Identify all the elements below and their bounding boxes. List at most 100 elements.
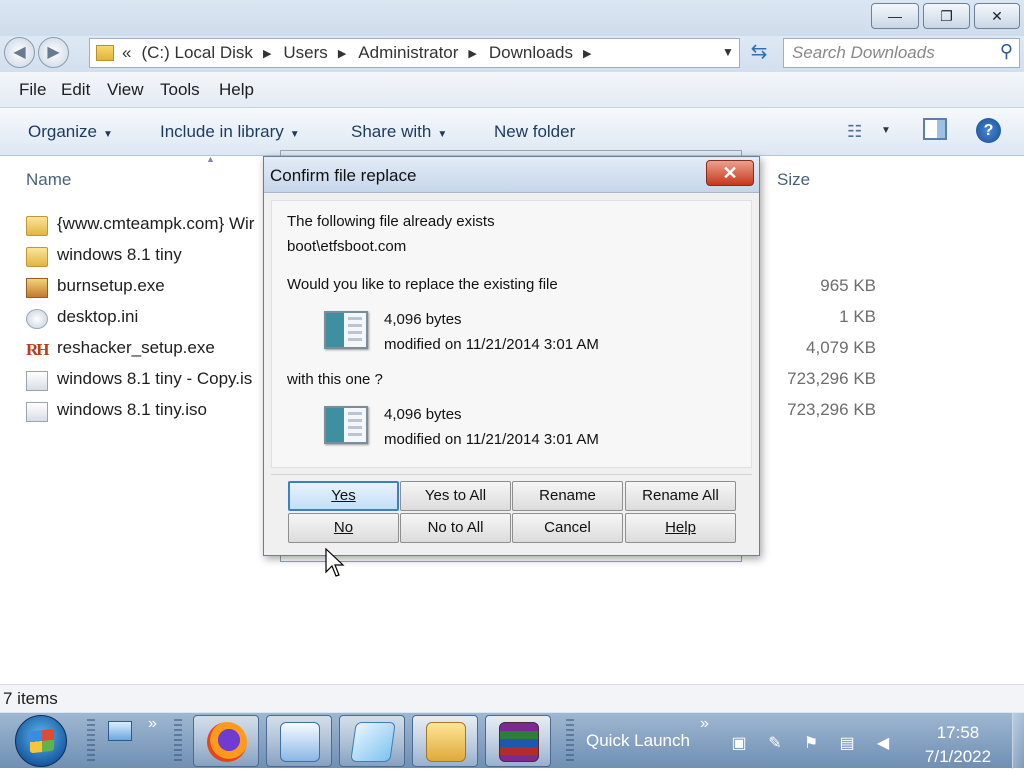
dropdown-caret-icon: ▼ (102, 129, 113, 140)
back-arrow-icon: ◀ (13, 44, 26, 61)
iso-icon (26, 371, 48, 391)
menu-tools[interactable]: Tools (160, 80, 200, 100)
toolbar-grip[interactable] (87, 719, 95, 763)
preview-pane-icon[interactable] (923, 118, 947, 140)
breadcrumb-users[interactable]: Users (283, 43, 327, 63)
include-label: Include in library (160, 122, 284, 141)
help-button[interactable]: Help (625, 513, 736, 543)
command-bar: Organize ▼ Include in library ▼ Share with… (0, 108, 1024, 156)
include-in-library-button[interactable]: Include in library ▼ (160, 122, 300, 142)
yes-to-all-button[interactable]: Yes to All (400, 481, 511, 511)
volume-muted-icon[interactable]: ◀ (874, 733, 892, 752)
file-size: 723,296 KB (787, 369, 876, 388)
breadcrumb-overflow[interactable]: « (122, 43, 131, 63)
address-input[interactable]: « (C:) Local Disk ▶ Users ▶ Administrato… (89, 38, 740, 68)
reshacker-icon: RH (26, 340, 50, 359)
dropdown-caret-icon: ▼ (289, 129, 300, 140)
incoming-file-size: 4,096 bytes (384, 406, 462, 423)
taskbar-firefox[interactable] (193, 715, 259, 767)
share-with-button[interactable]: Share with ▼ (351, 122, 447, 142)
clock-date: 7/1/2022 (924, 747, 992, 766)
system-clock[interactable]: 17:58 7/1/2022 (918, 721, 998, 769)
yes-button[interactable]: Yes (288, 481, 399, 511)
views-icon[interactable]: ☷ (847, 122, 862, 142)
dialog-question: Would you like to replace the existing f… (287, 276, 558, 293)
rename-all-button[interactable]: Rename All (625, 481, 736, 511)
tray-network-tool-icon[interactable]: ✎ (766, 733, 784, 752)
dialog-line-exists: The following file already exists (287, 213, 495, 230)
column-header-size[interactable]: Size (777, 170, 810, 206)
tray-clipboard-icon[interactable]: ▣ (730, 733, 748, 752)
breadcrumb-separator-icon[interactable]: ▶ (263, 47, 271, 60)
settings-file-icon (26, 309, 48, 329)
toolbar-grip[interactable] (174, 719, 182, 763)
close-window-button[interactable]: ✕ (974, 3, 1020, 29)
no-button[interactable]: No (288, 513, 399, 543)
show-desktop-button[interactable] (1012, 713, 1024, 769)
quicklaunch-chevron[interactable]: » (148, 715, 157, 733)
new-folder-button[interactable]: New folder (494, 122, 575, 142)
cancel-label: Cancel (544, 519, 591, 536)
breadcrumb-administrator[interactable]: Administrator (358, 43, 458, 63)
show-desktop-icon[interactable] (108, 721, 132, 741)
iso-icon (26, 402, 48, 422)
taskbar-notepad[interactable] (339, 715, 405, 767)
notepad-icon (350, 722, 396, 762)
no-to-all-button[interactable]: No to All (400, 513, 511, 543)
breadcrumb-separator-icon[interactable]: ▶ (468, 47, 476, 60)
rename-button[interactable]: Rename (512, 481, 623, 511)
breadcrumb-separator-icon[interactable]: ▶ (583, 47, 591, 60)
item-count: 7 items (3, 689, 58, 708)
toolbar-grip[interactable] (566, 719, 574, 763)
organize-button[interactable]: Organize ▼ (28, 122, 113, 142)
file-size: 4,079 KB (806, 338, 876, 357)
share-label: Share with (351, 122, 432, 141)
control-panel-icon (280, 722, 320, 762)
menu-view[interactable]: View (107, 80, 144, 100)
address-dropdown-icon[interactable]: ▼ (722, 45, 734, 59)
rename-label: Rename (539, 487, 596, 504)
menu-bar: File Edit View Tools Help (0, 72, 1024, 108)
firefox-icon (207, 722, 247, 762)
confirm-replace-dialog: Confirm file replace ✕ The following fil… (263, 156, 760, 556)
action-center-flag-icon[interactable]: ⚑ (802, 733, 820, 752)
column-header-name[interactable]: Name (26, 170, 71, 206)
dropdown-caret-icon: ▼ (437, 129, 448, 140)
window-titlebar: — ❐ ✕ (0, 0, 1024, 36)
dialog-file-path: boot\etfsboot.com (287, 238, 407, 255)
breadcrumb-local-disk[interactable]: (C:) Local Disk (141, 43, 252, 63)
taskbar-winrar[interactable] (485, 715, 551, 767)
breadcrumb-separator-icon[interactable]: ▶ (338, 47, 346, 60)
menu-help[interactable]: Help (219, 80, 254, 100)
forward-button[interactable]: ▶ (38, 37, 69, 68)
refresh-icon[interactable]: ⇆ (745, 38, 773, 68)
organize-label: Organize (28, 122, 97, 141)
search-input[interactable]: Search Downloads ⚲ (783, 38, 1020, 68)
no-to-all-label: No to All (427, 519, 484, 536)
menu-file[interactable]: File (19, 80, 46, 100)
menu-edit[interactable]: Edit (61, 80, 90, 100)
back-button[interactable]: ◀ (4, 37, 35, 68)
network-icon[interactable]: ▤ (838, 733, 856, 752)
existing-file-modified: modified on 11/21/2014 3:01 AM (384, 336, 599, 353)
breadcrumb-downloads[interactable]: Downloads (489, 43, 573, 63)
dialog-titlebar[interactable]: Confirm file replace ✕ (264, 157, 759, 193)
winrar-icon (499, 722, 539, 762)
help-icon[interactable]: ? (976, 118, 1001, 143)
status-bar: 7 items (0, 684, 1024, 712)
quick-launch-label[interactable]: Quick Launch (586, 731, 690, 751)
start-button[interactable] (15, 715, 67, 767)
quick-launch-chevron[interactable]: » (700, 715, 709, 733)
cancel-button[interactable]: Cancel (512, 513, 623, 543)
help-label: Help (665, 519, 696, 536)
views-dropdown-icon[interactable]: ▼ (881, 125, 891, 136)
taskbar-explorer[interactable] (412, 715, 478, 767)
taskbar-control-panel[interactable] (266, 715, 332, 767)
file-name: windows 8.1 tiny (57, 245, 182, 264)
minimize-button[interactable]: — (871, 3, 919, 29)
file-name: desktop.ini (57, 307, 139, 326)
search-icon[interactable]: ⚲ (1000, 41, 1013, 62)
maximize-button[interactable]: ❐ (923, 3, 970, 29)
rename-all-label: Rename All (642, 487, 719, 504)
dialog-close-button[interactable]: ✕ (706, 160, 754, 186)
